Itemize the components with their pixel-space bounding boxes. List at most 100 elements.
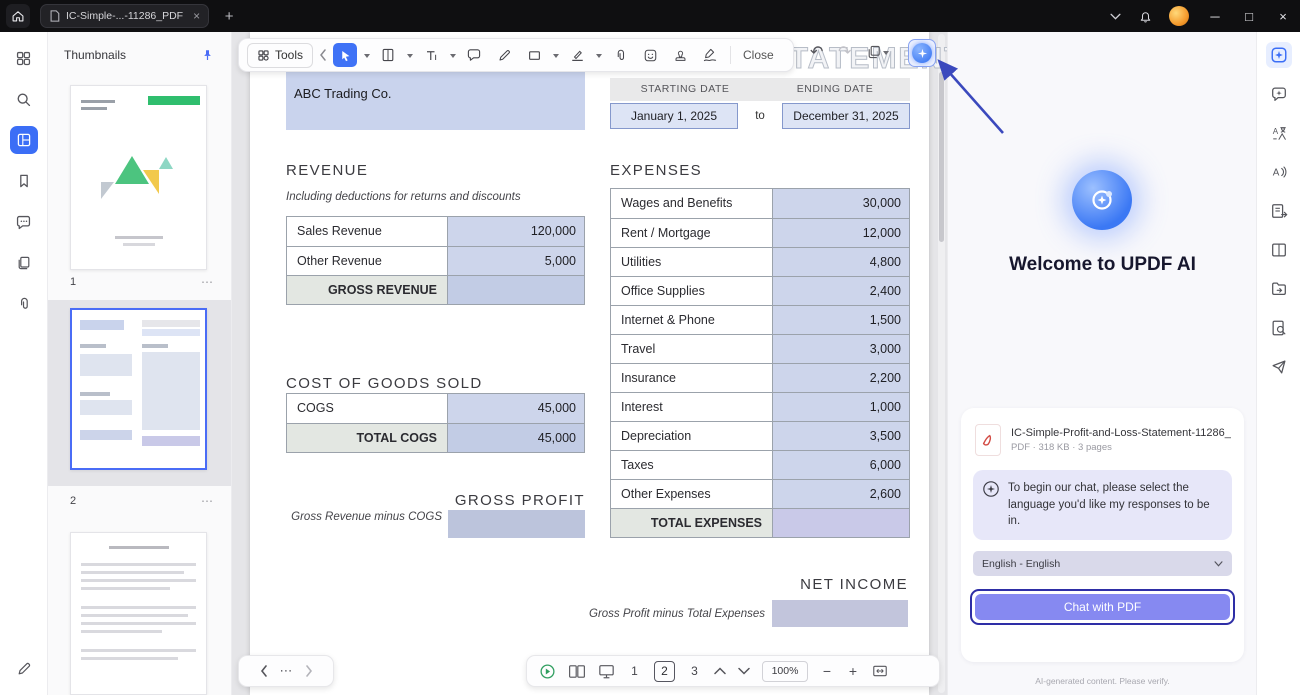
attachments-icon[interactable] xyxy=(10,290,38,318)
thumbnail-page-2[interactable] xyxy=(70,308,207,470)
page-button-2-current[interactable]: 2 xyxy=(654,661,675,682)
scroll-up-icon[interactable] xyxy=(714,667,726,675)
ai-reader-icon[interactable]: A xyxy=(1266,159,1292,185)
pdf-page[interactable]: PROFIT AND LOSS STATEMENT ABC Trading Co… xyxy=(250,32,929,695)
chevron-down-icon[interactable] xyxy=(364,54,370,61)
net-income-note[interactable]: Gross Profit minus Total Expenses xyxy=(550,608,765,620)
total-expenses-value[interactable] xyxy=(772,509,909,537)
chat-with-pdf-button[interactable]: Chat with PDF xyxy=(975,594,1230,620)
expense-value[interactable]: 3,000 xyxy=(772,335,909,363)
expense-label[interactable]: Office Supplies xyxy=(611,277,772,305)
thumbnail-page-1[interactable] xyxy=(70,85,207,270)
page-options-button[interactable]: ⋯ xyxy=(201,494,213,508)
gross-profit-note[interactable]: Gross Revenue minus COGS xyxy=(286,511,442,523)
close-tab-icon[interactable]: × xyxy=(193,9,200,23)
total-cogs-value[interactable]: 45,000 xyxy=(447,424,584,452)
cogs-label[interactable]: COGS xyxy=(287,394,447,423)
close-window-button[interactable]: × xyxy=(1266,0,1300,32)
zoom-level[interactable]: 100% xyxy=(762,661,808,682)
apps-grid-icon[interactable] xyxy=(10,44,38,72)
gross-profit-value[interactable] xyxy=(448,510,585,538)
form-field-icon[interactable] xyxy=(1266,198,1292,224)
expenses-heading[interactable]: EXPENSES xyxy=(610,162,702,179)
more-pages-button[interactable]: ⋯ xyxy=(280,663,293,679)
attach-file-tool[interactable] xyxy=(608,43,632,67)
folder-export-icon[interactable] xyxy=(1266,276,1292,302)
expense-label[interactable]: Insurance xyxy=(611,364,772,392)
total-expenses-label[interactable]: TOTAL EXPENSES xyxy=(611,509,772,537)
chevron-down-icon[interactable] xyxy=(883,51,889,58)
pen-tool[interactable] xyxy=(492,43,516,67)
select-tool[interactable] xyxy=(333,43,357,67)
expense-value[interactable]: 1,500 xyxy=(772,306,909,334)
redo-button[interactable]: ↷ xyxy=(838,42,851,62)
revenue-value[interactable]: 5,000 xyxy=(447,247,584,275)
home-button[interactable] xyxy=(6,4,30,28)
scrollbar-thumb[interactable] xyxy=(939,72,944,242)
expense-value[interactable]: 6,000 xyxy=(772,451,909,479)
close-toolbar-button[interactable]: Close xyxy=(743,48,774,62)
page-copy-button[interactable] xyxy=(866,44,889,60)
bookmarks-icon[interactable] xyxy=(10,167,38,195)
tools-button[interactable]: Tools xyxy=(247,43,313,68)
vertical-scrollbar[interactable] xyxy=(938,34,945,693)
chevron-down-icon[interactable] xyxy=(596,54,602,61)
revenue-label[interactable]: Other Revenue xyxy=(287,247,447,275)
language-select[interactable]: English - English xyxy=(973,551,1232,576)
ending-date-value[interactable]: December 31, 2025 xyxy=(782,103,910,129)
chevron-down-icon[interactable] xyxy=(450,54,456,61)
expense-value[interactable]: 4,800 xyxy=(772,248,909,276)
zoom-out-button[interactable]: − xyxy=(820,663,834,679)
text-tool[interactable] xyxy=(419,43,443,67)
expense-label[interactable]: Taxes xyxy=(611,451,772,479)
revenue-note[interactable]: Including deductions for returns and dis… xyxy=(286,191,521,203)
starting-date-value[interactable]: January 1, 2025 xyxy=(610,103,738,129)
maximize-button[interactable]: □ xyxy=(1232,0,1266,32)
comments-icon[interactable] xyxy=(10,208,38,236)
thumbnail-page-3[interactable] xyxy=(70,532,207,695)
page-layout-icon[interactable] xyxy=(1266,237,1292,263)
cogs-heading[interactable]: COST OF GOODS SOLD xyxy=(286,375,483,392)
stamp-tool[interactable] xyxy=(668,43,692,67)
total-cogs-label[interactable]: TOTAL COGS xyxy=(287,424,447,452)
page-options-button[interactable]: ⋯ xyxy=(201,275,213,289)
expense-label[interactable]: Other Expenses xyxy=(611,480,772,508)
expense-value[interactable]: 12,000 xyxy=(772,219,909,247)
scroll-down-icon[interactable] xyxy=(738,667,750,675)
ai-translate-icon[interactable]: A xyxy=(1266,120,1292,146)
expense-value[interactable]: 2,600 xyxy=(772,480,909,508)
revenue-label[interactable]: Sales Revenue xyxy=(287,217,447,246)
comment-tool[interactable] xyxy=(462,43,486,67)
autoscroll-icon[interactable] xyxy=(539,663,556,680)
document-tab[interactable]: IC-Simple-...-11286_PDF × xyxy=(40,4,209,28)
edit-pen-icon[interactable] xyxy=(10,655,38,683)
expense-label[interactable]: Internet & Phone xyxy=(611,306,772,334)
expense-label[interactable]: Wages and Benefits xyxy=(611,189,772,218)
expense-value[interactable]: 2,400 xyxy=(772,277,909,305)
user-avatar[interactable] xyxy=(1169,6,1189,26)
expense-value[interactable]: 1,000 xyxy=(772,393,909,421)
new-tab-button[interactable]: + xyxy=(219,8,239,25)
prev-page-icon[interactable] xyxy=(260,665,268,677)
sticker-tool[interactable] xyxy=(638,43,662,67)
document-search-icon[interactable] xyxy=(1266,315,1292,341)
expense-label[interactable]: Utilities xyxy=(611,248,772,276)
revenue-heading[interactable]: REVENUE xyxy=(286,162,368,179)
pages-icon[interactable] xyxy=(10,249,38,277)
strikeout-tool[interactable] xyxy=(565,43,589,67)
cogs-value[interactable]: 45,000 xyxy=(447,394,584,423)
expense-label[interactable]: Depreciation xyxy=(611,422,772,450)
minimize-button[interactable]: ─ xyxy=(1198,0,1232,32)
zoom-in-button[interactable]: + xyxy=(846,663,860,679)
ai-chat-icon[interactable] xyxy=(1266,81,1292,107)
fit-width-icon[interactable] xyxy=(872,664,888,678)
notifications-button[interactable] xyxy=(1130,0,1160,32)
ai-assistant-button[interactable] xyxy=(908,39,936,67)
expense-label[interactable]: Interest xyxy=(611,393,772,421)
next-page-icon[interactable] xyxy=(305,665,313,677)
expense-value[interactable]: 2,200 xyxy=(772,364,909,392)
signature-tool[interactable] xyxy=(698,43,722,67)
shape-tool[interactable] xyxy=(522,43,546,67)
share-feedback-icon[interactable] xyxy=(1266,354,1292,380)
expense-label[interactable]: Rent / Mortgage xyxy=(611,219,772,247)
